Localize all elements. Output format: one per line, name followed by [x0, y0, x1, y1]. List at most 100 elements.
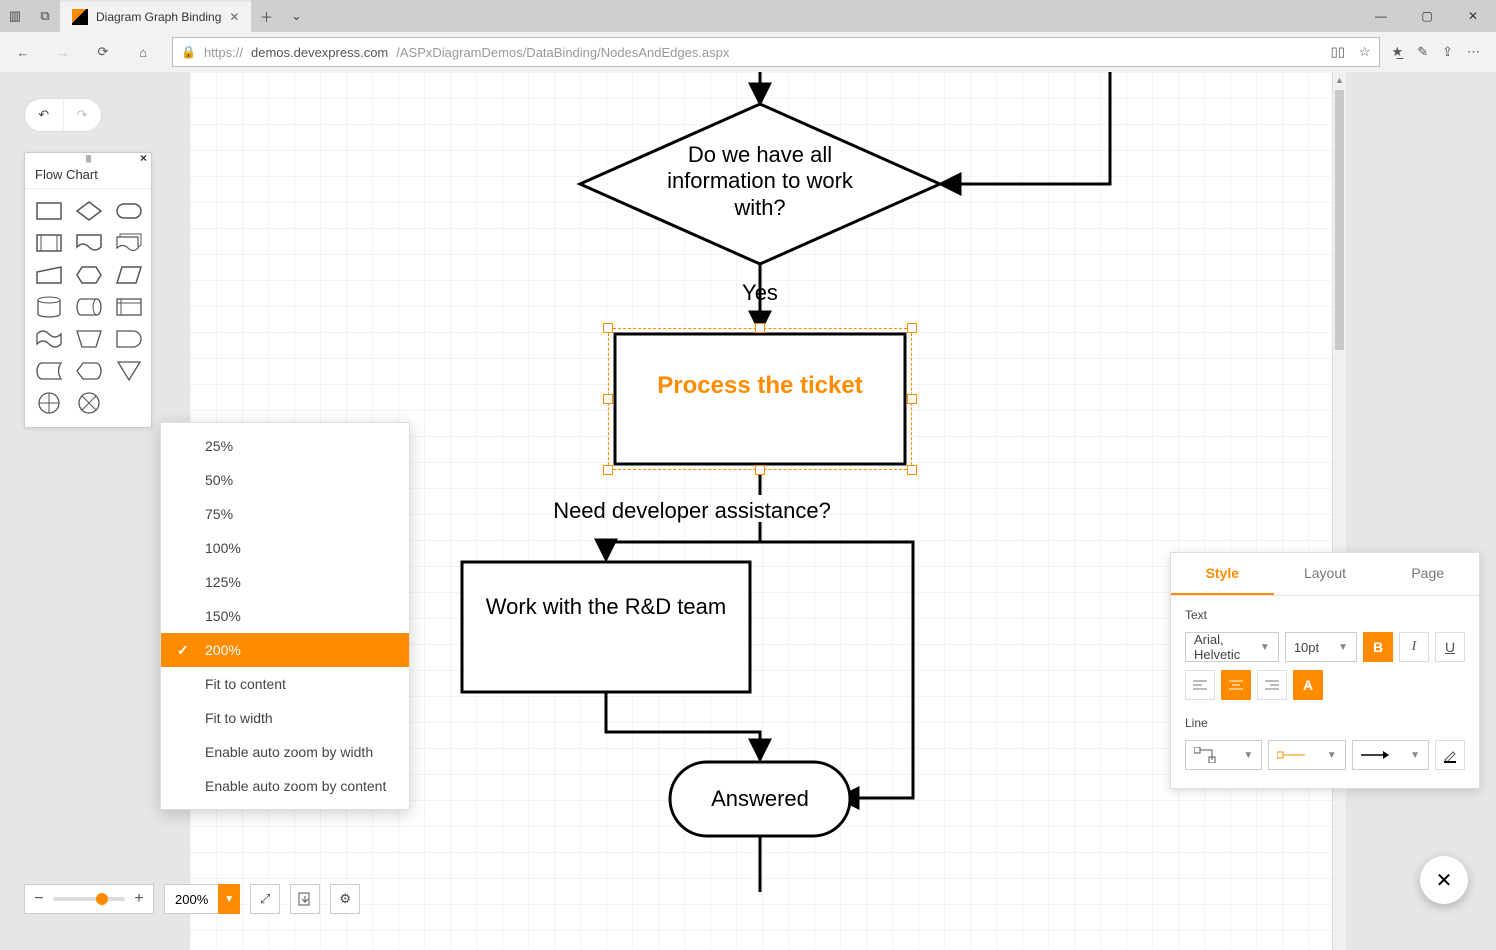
url-host: demos.devexpress.com: [251, 45, 388, 60]
resize-handle-e[interactable]: [907, 394, 917, 404]
nav-forward-button[interactable]: →: [46, 35, 80, 69]
line-style-select[interactable]: ▼: [1268, 740, 1345, 770]
zoom-menu-item[interactable]: 150%: [161, 599, 409, 633]
shape-merge-icon[interactable]: [115, 361, 143, 381]
zoom-menu-item[interactable]: 25%: [161, 429, 409, 463]
shape-harddisk-icon[interactable]: [75, 297, 103, 317]
font-family-value: Arial, Helvetic: [1194, 632, 1260, 662]
shape-terminator-icon[interactable]: [115, 201, 143, 221]
more-icon[interactable]: ⋯: [1467, 44, 1480, 60]
tab-close-icon[interactable]: ✕: [229, 10, 239, 24]
favorite-star-icon[interactable]: ☆: [1359, 44, 1371, 60]
resize-handle-s[interactable]: [755, 465, 765, 475]
tab-aside-icon[interactable]: ⧉: [30, 0, 60, 32]
font-size-value: 10pt: [1294, 640, 1319, 655]
selection-box[interactable]: [608, 328, 912, 470]
shape-multidoc-icon[interactable]: [115, 233, 143, 253]
shapes-panel: × Flow Chart: [24, 152, 152, 428]
shape-document-icon[interactable]: [75, 233, 103, 253]
history-toolbar: ↶ ↷: [24, 98, 102, 132]
nav-back-button[interactable]: ←: [6, 35, 40, 69]
shape-decision-icon[interactable]: [75, 201, 103, 221]
close-fab-button[interactable]: ✕: [1420, 856, 1468, 904]
font-size-select[interactable]: 10pt▼: [1285, 632, 1357, 662]
shape-or-icon[interactable]: [35, 393, 63, 413]
tab-chevron-icon[interactable]: ⌄: [281, 0, 311, 32]
share-icon[interactable]: ⇪: [1442, 44, 1453, 60]
shape-database-icon[interactable]: [35, 297, 63, 317]
zoom-knob[interactable]: [96, 893, 108, 905]
connector-type-select[interactable]: ▼: [1185, 740, 1262, 770]
align-center-button[interactable]: [1221, 670, 1251, 700]
resize-handle-se[interactable]: [907, 465, 917, 475]
resize-handle-ne[interactable]: [907, 323, 917, 333]
shape-display-icon[interactable]: [75, 361, 103, 381]
zoom-track[interactable]: [53, 897, 125, 901]
export-button[interactable]: [290, 884, 320, 914]
shape-delay-icon[interactable]: [115, 329, 143, 349]
align-left-button[interactable]: [1185, 670, 1215, 700]
shape-manualinput-icon[interactable]: [35, 265, 63, 285]
zoom-menu-item[interactable]: Enable auto zoom by width: [161, 735, 409, 769]
resize-handle-nw[interactable]: [603, 323, 613, 333]
font-color-button[interactable]: A›: [1293, 670, 1323, 700]
panel-close-icon[interactable]: ×: [140, 151, 147, 165]
align-right-button[interactable]: [1257, 670, 1287, 700]
shape-data-icon[interactable]: [115, 265, 143, 285]
reading-view-icon[interactable]: ▯▯: [1331, 44, 1345, 60]
zoom-menu-item[interactable]: Enable auto zoom by content: [161, 769, 409, 803]
zoom-menu-item[interactable]: 100%: [161, 531, 409, 565]
line-color-button[interactable]: [1435, 740, 1465, 770]
zoom-dropdown-button[interactable]: ▼: [218, 884, 240, 914]
zoom-out-button[interactable]: −: [31, 890, 47, 908]
shape-storeddata-icon[interactable]: [35, 361, 63, 381]
shape-sumjunction-icon[interactable]: [75, 393, 103, 413]
settings-button[interactable]: ⚙: [330, 884, 360, 914]
window-close-button[interactable]: ✕: [1450, 0, 1496, 32]
new-tab-button[interactable]: ＋: [251, 0, 281, 32]
shape-process-icon[interactable]: [35, 201, 63, 221]
window-maximize-button[interactable]: ▢: [1404, 0, 1450, 32]
italic-button[interactable]: I: [1399, 632, 1429, 662]
shape-manualop-icon[interactable]: [75, 329, 103, 349]
resize-handle-w[interactable]: [603, 394, 613, 404]
shape-internalstorage-icon[interactable]: [115, 297, 143, 317]
window-minimize-button[interactable]: —: [1358, 0, 1404, 32]
zoom-menu-item[interactable]: Fit to width: [161, 701, 409, 735]
url-input[interactable]: 🔒 https://demos.devexpress.com/ASPxDiagr…: [172, 37, 1380, 67]
canvas-scrollbar[interactable]: ▲: [1332, 72, 1346, 950]
props-tab-page[interactable]: Page: [1376, 553, 1479, 595]
panel-drag-handle[interactable]: ×: [25, 153, 151, 163]
tab-actions-icon[interactable]: ▥: [0, 0, 30, 32]
nav-home-button[interactable]: ⌂: [126, 35, 160, 69]
shape-papertape-icon[interactable]: [35, 329, 63, 349]
font-family-select[interactable]: Arial, Helvetic▼: [1185, 632, 1279, 662]
zoom-menu-item[interactable]: 200%: [161, 633, 409, 667]
props-tab-layout[interactable]: Layout: [1274, 553, 1377, 595]
line-section-label: Line: [1171, 704, 1479, 736]
browser-tab[interactable]: Diagram Graph Binding ✕: [60, 0, 251, 32]
notes-icon[interactable]: ✎: [1417, 44, 1428, 60]
resize-handle-n[interactable]: [755, 323, 765, 333]
zoom-menu-item[interactable]: 125%: [161, 565, 409, 599]
redo-button[interactable]: ↷: [63, 99, 102, 131]
props-tab-style[interactable]: Style: [1171, 553, 1274, 595]
zoom-menu-item[interactable]: 50%: [161, 463, 409, 497]
shape-preparation-icon[interactable]: [75, 265, 103, 285]
nav-refresh-button[interactable]: ⟳: [86, 35, 120, 69]
zoom-slider[interactable]: − +: [24, 884, 154, 914]
arrow-style-select[interactable]: ▼: [1352, 740, 1429, 770]
zoom-menu-item[interactable]: Fit to content: [161, 667, 409, 701]
favorites-icon[interactable]: ★̲: [1392, 44, 1404, 60]
shape-predefined-icon[interactable]: [35, 233, 63, 253]
zoom-value-control[interactable]: 200% ▼: [164, 884, 240, 914]
bold-button[interactable]: B: [1363, 632, 1393, 662]
browser-address-bar: ← → ⟳ ⌂ 🔒 https://demos.devexpress.com/A…: [0, 32, 1496, 72]
zoom-in-button[interactable]: +: [131, 890, 147, 908]
underline-button[interactable]: U: [1435, 632, 1465, 662]
resize-handle-sw[interactable]: [603, 465, 613, 475]
zoom-menu-item[interactable]: 75%: [161, 497, 409, 531]
fullscreen-button[interactable]: ⤢: [250, 884, 280, 914]
undo-button[interactable]: ↶: [25, 99, 63, 131]
shape-empty: [115, 393, 143, 413]
